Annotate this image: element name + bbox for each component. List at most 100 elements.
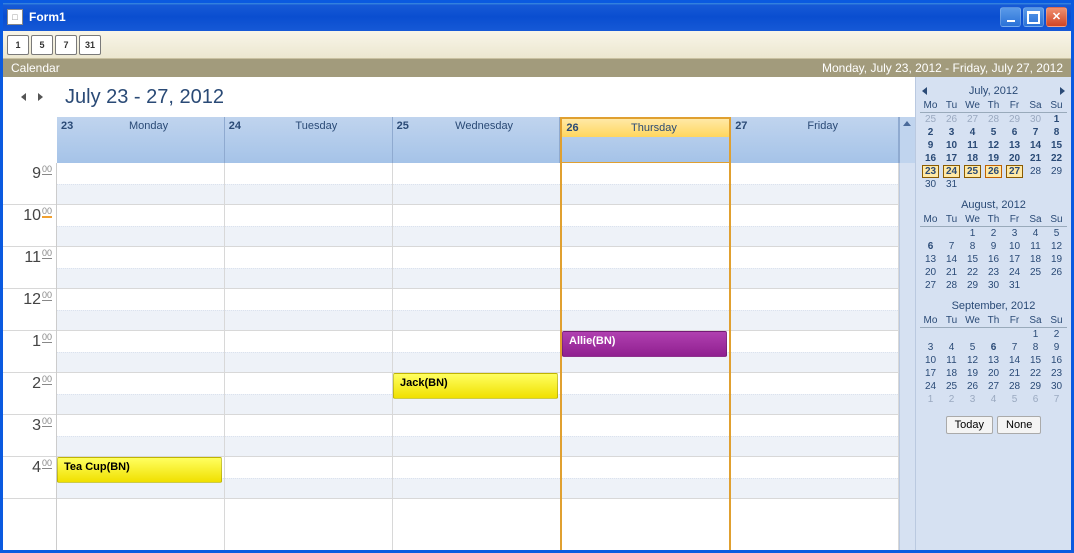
date-cell[interactable]: 19 [983,152,1004,165]
date-cell[interactable]: 31 [1004,279,1025,292]
date-cell[interactable]: 28 [941,279,962,292]
date-cell[interactable]: 7 [1046,393,1067,406]
date-cell[interactable]: 4 [1025,227,1046,241]
date-cell[interactable]: 14 [1004,354,1025,367]
date-cell[interactable]: 13 [1004,139,1025,152]
day-column[interactable]: Allie(BN) [560,163,731,550]
date-cell[interactable] [1025,279,1046,292]
date-cell[interactable] [941,227,962,241]
next-range-button[interactable] [38,93,43,101]
date-cell[interactable]: 27 [920,279,941,292]
date-cell[interactable]: 17 [1004,253,1025,266]
date-cell[interactable]: 21 [941,266,962,279]
date-cell[interactable]: 31 [941,178,962,191]
view-day-button[interactable]: 1 [7,35,29,55]
day-header[interactable]: 24Tuesday [225,117,393,163]
date-cell[interactable]: 18 [941,367,962,380]
date-cell[interactable]: 2 [983,227,1004,241]
date-cell[interactable]: 26 [962,380,983,393]
view-month-button[interactable]: 31 [79,35,101,55]
date-cell[interactable]: 30 [1025,113,1046,127]
date-cell[interactable]: 23 [983,266,1004,279]
date-cell[interactable]: 21 [1004,367,1025,380]
date-cell[interactable]: 15 [962,253,983,266]
date-cell[interactable]: 11 [962,139,983,152]
date-cell[interactable]: 2 [941,393,962,406]
minimize-button[interactable] [1000,7,1021,27]
date-cell[interactable]: 22 [962,266,983,279]
date-cell[interactable]: 15 [1046,139,1067,152]
date-cell[interactable]: 4 [941,341,962,354]
day-column[interactable] [731,163,899,550]
date-cell[interactable] [920,227,941,241]
date-cell[interactable]: 19 [1046,253,1067,266]
date-cell[interactable]: 14 [1025,139,1046,152]
date-cell[interactable] [1025,178,1046,191]
date-cell[interactable]: 26 [941,113,962,127]
date-cell[interactable]: 6 [920,240,941,253]
date-cell[interactable]: 10 [920,354,941,367]
date-cell[interactable]: 5 [1004,393,1025,406]
date-cell[interactable]: 28 [1025,165,1046,178]
date-cell[interactable] [920,328,941,342]
date-cell[interactable]: 2 [920,126,941,139]
appointment[interactable]: Jack(BN) [393,373,558,399]
date-cell[interactable]: 1 [962,227,983,241]
date-cell[interactable] [941,328,962,342]
date-cell[interactable]: 7 [941,240,962,253]
day-column[interactable] [225,163,393,550]
date-cell[interactable]: 9 [1046,341,1067,354]
date-cell[interactable] [962,328,983,342]
date-cell[interactable]: 24 [941,165,962,178]
date-cell[interactable]: 27 [962,113,983,127]
date-cell[interactable]: 12 [983,139,1004,152]
date-cell[interactable]: 8 [1025,341,1046,354]
prev-month-button[interactable] [922,87,927,95]
date-cell[interactable]: 20 [1004,152,1025,165]
date-cell[interactable]: 27 [983,380,1004,393]
date-cell[interactable]: 16 [920,152,941,165]
day-header[interactable]: 27Friday [731,117,899,163]
prev-range-button[interactable] [21,93,26,101]
date-cell[interactable]: 18 [962,152,983,165]
close-button[interactable] [1046,7,1067,27]
maximize-button[interactable] [1023,7,1044,27]
date-cell[interactable]: 29 [1004,113,1025,127]
date-cell[interactable]: 3 [962,393,983,406]
date-cell[interactable]: 1 [1025,328,1046,342]
date-cell[interactable]: 29 [962,279,983,292]
day-header[interactable]: 26Thursday [560,117,731,163]
date-cell[interactable] [1004,328,1025,342]
date-cell[interactable] [962,178,983,191]
date-cell[interactable]: 16 [983,253,1004,266]
date-cell[interactable]: 16 [1046,354,1067,367]
date-cell[interactable] [1046,279,1067,292]
date-cell[interactable]: 13 [920,253,941,266]
date-cell[interactable]: 10 [941,139,962,152]
date-cell[interactable]: 20 [983,367,1004,380]
date-cell[interactable]: 2 [1046,328,1067,342]
date-cell[interactable]: 29 [1046,165,1067,178]
day-column[interactable]: Tea Cup(BN) [57,163,225,550]
date-cell[interactable]: 23 [920,165,941,178]
day-column[interactable]: Jack(BN) [393,163,561,550]
view-week-button[interactable]: 7 [55,35,77,55]
date-cell[interactable]: 30 [983,279,1004,292]
day-header[interactable]: 25Wednesday [393,117,561,163]
next-month-button[interactable] [1060,87,1065,95]
date-cell[interactable] [1004,178,1025,191]
date-cell[interactable]: 1 [920,393,941,406]
date-cell[interactable]: 21 [1025,152,1046,165]
date-cell[interactable]: 9 [983,240,1004,253]
date-cell[interactable]: 24 [1004,266,1025,279]
none-button[interactable]: None [997,416,1041,434]
date-cell[interactable]: 3 [941,126,962,139]
date-cell[interactable]: 6 [1025,393,1046,406]
date-cell[interactable]: 18 [1025,253,1046,266]
date-cell[interactable]: 30 [920,178,941,191]
date-cell[interactable] [983,328,1004,342]
date-cell[interactable]: 4 [983,393,1004,406]
date-cell[interactable]: 13 [983,354,1004,367]
today-button[interactable]: Today [946,416,993,434]
date-cell[interactable]: 22 [1025,367,1046,380]
